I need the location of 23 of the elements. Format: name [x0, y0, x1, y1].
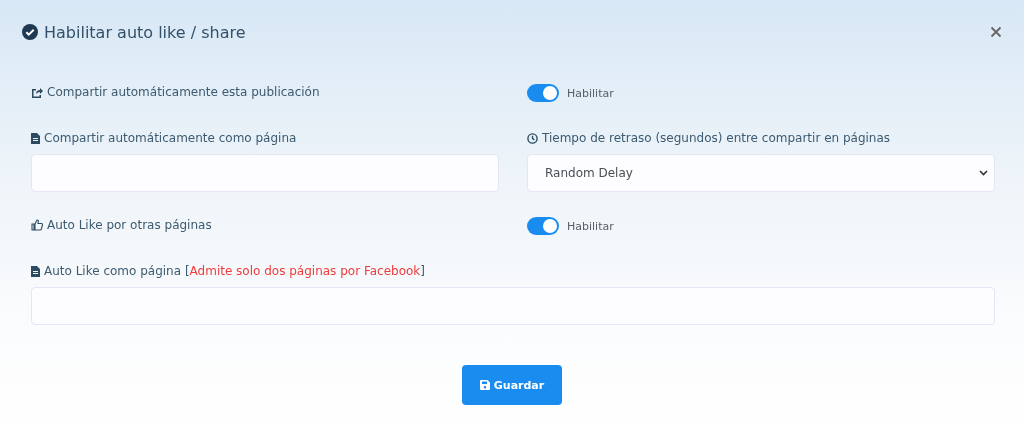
field-label: Compartir automáticamente como página [44, 131, 297, 145]
dialog-title: Habilitar auto like / share [44, 22, 246, 42]
document-icon [31, 132, 40, 144]
share-icon [31, 86, 43, 98]
document-icon [31, 265, 40, 277]
toggle-switch[interactable] [527, 217, 559, 235]
input-field[interactable] [31, 287, 995, 325]
thumbs-up-icon [31, 219, 43, 231]
chevron-down-icon [979, 170, 988, 176]
toggle-label: Habilitar [567, 86, 614, 100]
delay-select[interactable]: Random Delay [527, 154, 995, 192]
close-icon[interactable] [990, 26, 1002, 38]
toggle-label: Habilitar [567, 219, 614, 233]
note-text: Admite solo dos páginas por Facebook [189, 264, 421, 278]
field-label: Compartir automáticamente esta publicación [47, 85, 320, 99]
field-label: Auto Like por otras páginas [47, 218, 212, 232]
toggle-switch[interactable] [527, 84, 559, 102]
check-circle-icon [22, 24, 38, 40]
field-label: Tiempo de retraso (segundos) entre compartir en páginas [542, 131, 891, 145]
field-label: Auto Like como página [ [44, 264, 190, 278]
input-field[interactable] [31, 154, 499, 192]
clock-icon [527, 132, 538, 144]
bracket-text: ] [420, 264, 425, 278]
